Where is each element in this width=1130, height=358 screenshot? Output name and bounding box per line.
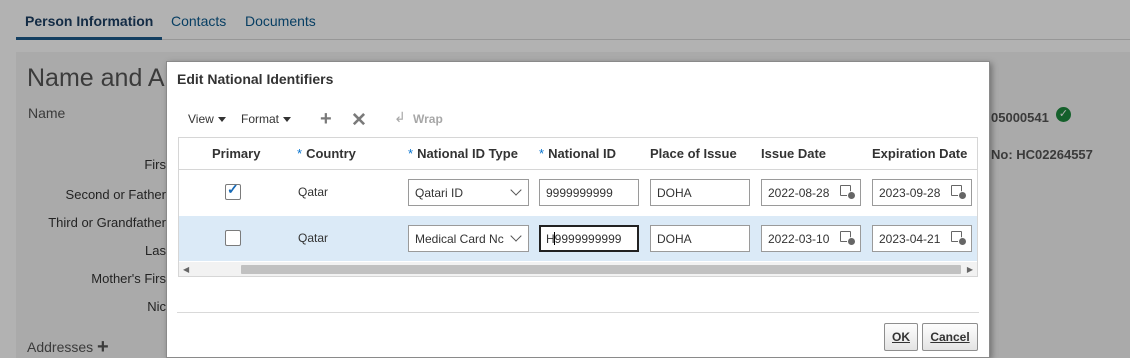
place-of-issue-input[interactable]: DOHA <box>650 179 750 206</box>
select-value: Medical Card Nc <box>415 232 504 246</box>
column-header-issue-date[interactable]: Issue Date <box>761 146 826 161</box>
column-label: Place of Issue <box>650 146 737 161</box>
national-id-type-select[interactable]: Medical Card Nc <box>408 225 529 252</box>
column-label: National ID Type <box>417 146 518 161</box>
national-id-input-focused[interactable]: H9999999999 <box>539 225 639 252</box>
calendar-icon[interactable] <box>950 229 967 246</box>
scrollbar-thumb[interactable] <box>241 265 961 274</box>
chevron-down-icon <box>283 117 292 122</box>
column-label: Issue Date <box>761 146 827 161</box>
expiration-date-input[interactable]: 2023-04-21 <box>872 225 972 252</box>
add-row-icon[interactable]: + <box>320 108 332 131</box>
issue-date-input[interactable]: 2022-03-10 <box>761 225 861 252</box>
column-label: Expiration Date <box>872 146 968 161</box>
input-value: 9999999999 <box>546 186 613 200</box>
checkmark-icon: ✓ <box>227 181 239 197</box>
column-header-place-of-issue[interactable]: Place of Issue <box>650 146 737 161</box>
edit-national-identifiers-dialog: Edit National Identifiers View Format + … <box>166 61 990 358</box>
national-id-type-select[interactable]: Qatari ID <box>408 179 529 206</box>
input-value: DOHA <box>657 186 692 200</box>
select-value: Qatari ID <box>415 186 464 200</box>
primary-checkbox[interactable]: ✓ <box>225 181 241 200</box>
national-identifiers-table: Primary * Country * National ID Type * Nati… <box>178 137 978 277</box>
delete-row-icon[interactable]: ✕ <box>351 109 367 132</box>
table-row-selected[interactable]: Qatar Medical Card Nc H9999999999 DOHA 2… <box>179 216 977 261</box>
ok-button[interactable]: OK <box>884 323 918 351</box>
issue-date-input[interactable]: 2022-08-28 <box>761 179 861 206</box>
table-header: Primary * Country * National ID Type * Nati… <box>179 138 977 170</box>
national-id-input[interactable]: 9999999999 <box>539 179 639 206</box>
table-toolbar: View Format + ✕ ↲ Wrap <box>188 108 588 132</box>
column-label: National ID <box>548 146 616 161</box>
input-value: 2022-08-28 <box>768 186 830 200</box>
dialog-title: Edit National Identifiers <box>177 71 334 87</box>
scroll-left-icon[interactable]: ◀ <box>183 265 189 274</box>
column-header-national-id[interactable]: * National ID <box>539 146 616 161</box>
column-header-country[interactable]: * Country <box>297 146 356 161</box>
cancel-button[interactable]: Cancel <box>922 323 978 351</box>
view-menu-label: View <box>188 112 214 126</box>
chevron-down-icon <box>510 230 522 242</box>
scroll-right-icon[interactable]: ▶ <box>967 265 973 274</box>
wrap-button[interactable]: Wrap <box>413 112 443 126</box>
calendar-icon[interactable] <box>950 183 967 200</box>
wrap-icon: ↲ <box>394 109 406 125</box>
horizontal-scrollbar[interactable]: ◀ ▶ <box>179 262 977 276</box>
country-cell: Qatar <box>298 231 329 245</box>
input-value-suffix: 9999999999 <box>554 232 622 246</box>
table-row[interactable]: ✓ Qatar Qatari ID 9999999999 DOHA 2022-0… <box>179 170 977 215</box>
format-menu-label: Format <box>241 112 280 126</box>
input-value: 2023-04-21 <box>879 232 941 246</box>
required-marker: * <box>297 146 303 161</box>
country-cell: Qatar <box>298 185 329 199</box>
chevron-down-icon <box>217 117 226 122</box>
required-marker: * <box>539 146 545 161</box>
expiration-date-input[interactable]: 2023-09-28 <box>872 179 972 206</box>
place-of-issue-input[interactable]: DOHA <box>650 225 750 252</box>
view-menu[interactable]: View <box>188 112 226 126</box>
column-header-national-id-type[interactable]: * National ID Type <box>408 146 518 161</box>
input-value: DOHA <box>657 232 692 246</box>
primary-checkbox[interactable] <box>225 230 241 246</box>
column-header-primary[interactable]: Primary <box>212 146 260 161</box>
calendar-icon[interactable] <box>839 183 856 200</box>
column-label: Primary <box>212 146 261 161</box>
footer-divider <box>177 312 979 313</box>
column-header-expiration-date[interactable]: Expiration Date <box>872 146 967 161</box>
required-marker: * <box>408 146 414 161</box>
calendar-icon[interactable] <box>839 229 856 246</box>
format-menu[interactable]: Format <box>241 112 292 126</box>
input-value: 2023-09-28 <box>879 186 941 200</box>
chevron-down-icon <box>510 184 522 196</box>
column-label: Country <box>306 146 356 161</box>
input-value: 2022-03-10 <box>768 232 830 246</box>
